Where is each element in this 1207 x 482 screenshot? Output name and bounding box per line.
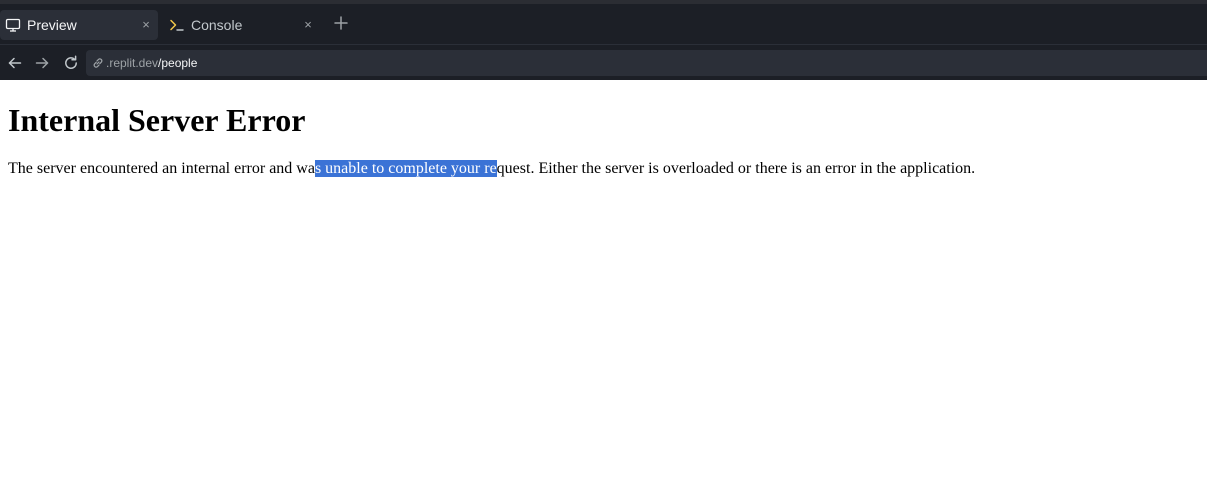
tab-preview[interactable]: Preview × [0,10,158,40]
arrow-left-icon[interactable] [6,54,24,72]
url-text: .replit.dev/people [106,55,197,71]
tab-console[interactable]: Console × [163,10,320,40]
close-icon[interactable]: × [139,18,153,32]
plus-icon[interactable] [332,14,350,32]
error-message-end: quest. Either the server is overloaded o… [496,160,976,177]
error-message: The server encountered an internal error… [8,158,975,180]
tab-console-label: Console [191,17,243,33]
url-domain: .replit.dev [106,56,159,70]
error-message-start: The server encountered an internal error… [8,160,315,177]
address-bar: .replit.dev/people [0,44,1207,80]
link-icon [93,58,103,68]
close-icon[interactable]: × [301,18,315,32]
reload-icon[interactable] [62,54,80,72]
tab-preview-label: Preview [27,17,77,33]
terminal-icon [170,19,184,31]
url-input[interactable]: .replit.dev/people [86,50,1207,76]
page-content: Internal Server Error The server encount… [0,80,1207,482]
url-path: /people [158,56,198,70]
selected-text: s unable to complete your re [314,160,497,177]
arrow-right-icon[interactable] [33,54,51,72]
monitor-icon [5,18,21,32]
tab-bar: Preview × Console × [0,4,1207,44]
page-title: Internal Server Error [8,102,306,138]
